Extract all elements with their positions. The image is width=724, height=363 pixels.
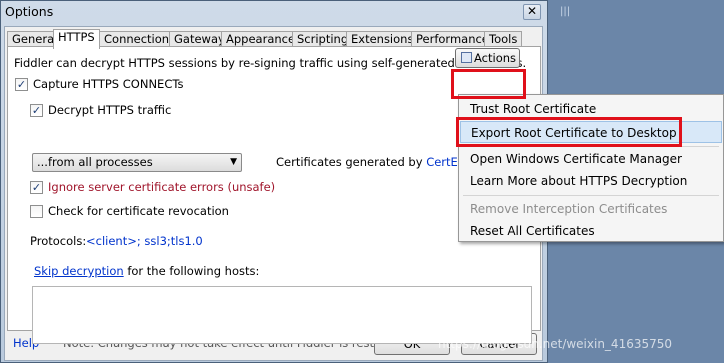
menu-separator bbox=[463, 195, 719, 196]
protocols-link[interactable]: <client>; ssl3;tls1.0 bbox=[86, 234, 203, 248]
revocation-label: Check for certificate revocation bbox=[48, 204, 229, 218]
title-bar: Options ✕ bbox=[1, 1, 547, 25]
watermark-text: https://blog.csdn.net/weixin_41635750 bbox=[438, 337, 673, 351]
skip-decryption-label: Skip decryption for the following hosts: bbox=[34, 264, 259, 278]
process-filter-value: ...from all processes bbox=[37, 155, 153, 169]
cert-generated-text: Certificates generated by bbox=[276, 155, 423, 169]
chevron-down-icon: ▼ bbox=[230, 157, 237, 167]
menu-item-export-root[interactable]: Export Root Certificate to Desktop bbox=[460, 121, 722, 143]
close-button[interactable]: ✕ bbox=[523, 4, 541, 20]
protocols-label: Protocols: bbox=[30, 234, 87, 248]
tab-https[interactable]: HTTPS bbox=[53, 29, 100, 49]
skip-decryption-suffix: for the following hosts: bbox=[127, 264, 260, 278]
certificate-icon bbox=[461, 52, 472, 63]
menu-item-trust-root[interactable]: Trust Root Certificate bbox=[460, 98, 722, 120]
menu-separator bbox=[463, 146, 719, 147]
decrypt-https-checkbox[interactable]: ✓ bbox=[30, 104, 43, 117]
menu-item-remove-certs: Remove Interception Certificates bbox=[470, 202, 668, 216]
capture-https-label: Capture HTTPS CONNECTs bbox=[33, 77, 184, 91]
close-icon: ✕ bbox=[526, 4, 538, 18]
window-title: Options bbox=[5, 4, 54, 19]
menu-item-learn-more[interactable]: Learn More about HTTPS Decryption bbox=[460, 170, 722, 192]
menu-item-open-cert-manager[interactable]: Open Windows Certificate Manager bbox=[460, 148, 722, 170]
ignore-errors-label: Ignore server certificate errors (unsafe… bbox=[48, 180, 276, 194]
https-description: Fiddler can decrypt HTTPS sessions by re… bbox=[14, 56, 527, 70]
skip-decryption-link[interactable]: Skip decryption bbox=[34, 264, 124, 278]
skip-hosts-textarea[interactable] bbox=[32, 286, 532, 344]
actions-button-label: Actions bbox=[474, 51, 517, 65]
decrypt-https-label: Decrypt HTTPS traffic bbox=[48, 103, 172, 117]
process-filter-select[interactable]: ...from all processes ▼ bbox=[32, 153, 242, 172]
menu-item-reset-certs[interactable]: Reset All Certificates bbox=[460, 220, 722, 242]
ignore-errors-checkbox[interactable]: ✓ bbox=[30, 181, 43, 194]
actions-menu: Trust Root Certificate Export Root Certi… bbox=[458, 94, 724, 242]
cert-generated-label: Certificates generated by CertEnroll bbox=[276, 155, 483, 169]
actions-button[interactable]: Actions bbox=[455, 48, 520, 68]
capture-https-checkbox[interactable]: ✓ bbox=[15, 78, 28, 91]
revocation-checkbox[interactable] bbox=[30, 205, 43, 218]
